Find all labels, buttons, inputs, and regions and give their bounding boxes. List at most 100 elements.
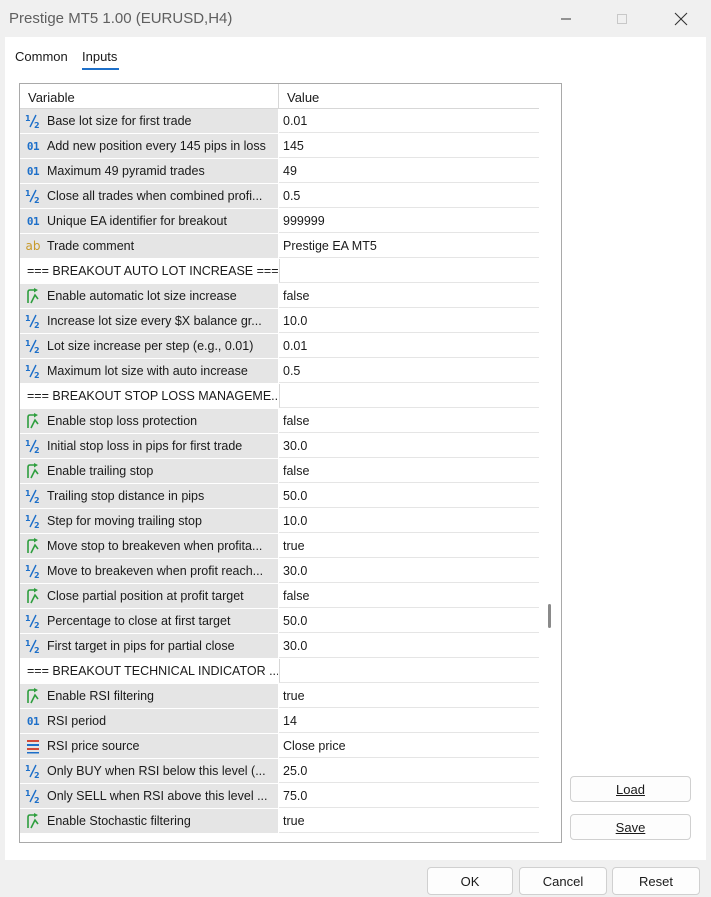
table-row[interactable]: 01 Unique EA identifier for breakout 99999… (20, 209, 539, 234)
variable-cell[interactable]: 01 Unique EA identifier for breakout (20, 209, 278, 233)
table-row[interactable]: 1 2 First target in pips for partial close… (20, 634, 539, 659)
save-button[interactable]: Save (570, 814, 691, 840)
variable-cell[interactable]: 1 2 Only BUY when RSI below this level (..… (20, 759, 278, 783)
table-row[interactable]: Move stop to breakeven when profita... tr… (20, 534, 539, 559)
table-row[interactable]: Enable Stochastic filtering true (20, 809, 539, 834)
variable-cell[interactable]: 1 2 Lot size increase per step (e.g., 0.01… (20, 334, 278, 358)
value-cell[interactable]: 0.5 (279, 359, 539, 383)
value-cell[interactable]: 0.5 (279, 184, 539, 208)
value-cell[interactable]: false (279, 409, 539, 433)
table-row[interactable]: 1 2 Step for moving trailing stop 10.0 (20, 509, 539, 534)
value-cell[interactable]: Close price (279, 734, 539, 758)
column-header-value[interactable]: Value (287, 90, 319, 105)
tab-inputs[interactable]: Inputs (82, 49, 117, 64)
variable-cell[interactable]: 1 2 Only SELL when RSI above this level ..… (20, 784, 278, 808)
cancel-button[interactable]: Cancel (519, 867, 607, 895)
variable-cell[interactable]: 1 2 Step for moving trailing stop (20, 509, 278, 533)
variable-cell[interactable]: Enable trailing stop (20, 459, 278, 483)
variable-cell[interactable]: 1 2 Base lot size for first trade (20, 109, 278, 133)
load-button[interactable]: Load (570, 776, 691, 802)
table-row[interactable]: 1 2 Percentage to close at first target 50.… (20, 609, 539, 634)
table-row[interactable]: 1 2 Maximum lot size with auto increase 0.5 (20, 359, 539, 384)
table-row[interactable]: Enable automatic lot size increase false (20, 284, 539, 309)
variable-cell[interactable]: RSI price source (20, 734, 278, 758)
table-row[interactable]: 1 2 Lot size increase per step (e.g., 0.01… (20, 334, 539, 359)
table-row[interactable]: 1 2 Increase lot size every $X balance gr.… (20, 309, 539, 334)
value-cell[interactable]: 49 (279, 159, 539, 183)
value-cell[interactable]: 50.0 (279, 609, 539, 633)
column-separator[interactable] (278, 84, 279, 109)
variable-cell[interactable]: 1 2 Increase lot size every $X balance gr.… (20, 309, 278, 333)
variable-cell[interactable]: 1 2 Maximum lot size with auto increase (20, 359, 278, 383)
value-cell[interactable]: 25.0 (279, 759, 539, 783)
value-cell[interactable]: 10.0 (279, 509, 539, 533)
vertical-scrollbar[interactable] (539, 84, 561, 842)
value-cell[interactable]: Prestige EA MT5 (279, 234, 539, 258)
value-cell[interactable]: false (279, 459, 539, 483)
value-cell[interactable]: 30.0 (279, 634, 539, 658)
column-header-variable[interactable]: Variable (28, 90, 75, 105)
table-row[interactable]: Enable trailing stop false (20, 459, 539, 484)
value-cell[interactable]: 75.0 (279, 784, 539, 808)
variable-cell[interactable]: === BREAKOUT AUTO LOT INCREASE === (20, 259, 278, 283)
section-row[interactable]: === BREAKOUT TECHNICAL INDICATOR ... (20, 659, 539, 684)
tab-common[interactable]: Common (15, 49, 68, 64)
variable-cell[interactable]: 1 2 Move to breakeven when profit reach... (20, 559, 278, 583)
maximize-button[interactable] (594, 0, 650, 37)
variable-cell[interactable]: 1 2 Trailing stop distance in pips (20, 484, 278, 508)
value-cell[interactable]: 145 (279, 134, 539, 158)
variable-cell[interactable]: 01 Maximum 49 pyramid trades (20, 159, 278, 183)
variable-cell[interactable]: 1 2 Percentage to close at first target (20, 609, 278, 633)
variable-cell[interactable]: Move stop to breakeven when profita... (20, 534, 278, 558)
variable-cell[interactable]: Close partial position at profit target (20, 584, 278, 608)
table-row[interactable]: 1 2 Base lot size for first trade 0.01 (20, 109, 539, 134)
value-cell[interactable]: true (279, 809, 539, 833)
value-cell[interactable]: 30.0 (279, 434, 539, 458)
table-row[interactable]: Enable RSI filtering true (20, 684, 539, 709)
table-row[interactable]: RSI price source Close price (20, 734, 539, 759)
variable-cell[interactable]: 01 Add new position every 145 pips in los… (20, 134, 278, 158)
variable-cell[interactable]: === BREAKOUT STOP LOSS MANAGEME... (20, 384, 278, 408)
value-cell[interactable]: 14 (279, 709, 539, 733)
variable-cell[interactable]: 1 2 Initial stop loss in pips for first tr… (20, 434, 278, 458)
table-row[interactable]: 1 2 Close all trades when combined profi..… (20, 184, 539, 209)
value-cell[interactable]: false (279, 584, 539, 608)
value-cell[interactable]: 999999 (279, 209, 539, 233)
table-row[interactable]: Close partial position at profit target f… (20, 584, 539, 609)
value-cell[interactable]: 30.0 (279, 559, 539, 583)
variable-cell[interactable]: Enable stop loss protection (20, 409, 278, 433)
variable-cell[interactable]: 1 2 First target in pips for partial close (20, 634, 278, 658)
variable-cell[interactable]: Enable RSI filtering (20, 684, 278, 708)
section-row[interactable]: === BREAKOUT STOP LOSS MANAGEME... (20, 384, 539, 409)
table-row[interactable]: 1 2 Only BUY when RSI below this level (..… (20, 759, 539, 784)
minimize-button[interactable] (538, 0, 594, 37)
value-cell[interactable]: true (279, 684, 539, 708)
variable-cell[interactable]: 01 RSI period (20, 709, 278, 733)
variable-cell[interactable]: === BREAKOUT TECHNICAL INDICATOR ... (20, 659, 278, 683)
value-cell[interactable]: true (279, 534, 539, 558)
inputs-grid[interactable]: Variable Value 1 2 Base lot size for first… (19, 83, 562, 843)
variable-cell[interactable]: 1 2 Close all trades when combined profi..… (20, 184, 278, 208)
variable-cell[interactable]: Enable Stochastic filtering (20, 809, 278, 833)
value-cell[interactable]: 0.01 (279, 334, 539, 358)
table-row[interactable]: 01 Add new position every 145 pips in los… (20, 134, 539, 159)
variable-cell[interactable]: Enable automatic lot size increase (20, 284, 278, 308)
table-row[interactable]: 1 2 Initial stop loss in pips for first tr… (20, 434, 539, 459)
table-row[interactable]: 01 Maximum 49 pyramid trades 49 (20, 159, 539, 184)
section-row[interactable]: === BREAKOUT AUTO LOT INCREASE === (20, 259, 539, 284)
close-button[interactable] (653, 0, 709, 37)
reset-button[interactable]: Reset (612, 867, 700, 895)
scrollbar-thumb[interactable] (548, 604, 551, 628)
variable-cell[interactable]: ab Trade comment (20, 234, 278, 258)
value-cell[interactable]: 0.01 (279, 109, 539, 133)
table-row[interactable]: ab Trade comment Prestige EA MT5 (20, 234, 539, 259)
value-cell[interactable]: 50.0 (279, 484, 539, 508)
ok-button[interactable]: OK (427, 867, 513, 895)
table-row[interactable]: 1 2 Trailing stop distance in pips 50.0 (20, 484, 539, 509)
table-row[interactable]: 1 2 Only SELL when RSI above this level ..… (20, 784, 539, 809)
table-row[interactable]: 01 RSI period 14 (20, 709, 539, 734)
value-cell[interactable]: 10.0 (279, 309, 539, 333)
table-row[interactable]: 1 2 Move to breakeven when profit reach...… (20, 559, 539, 584)
value-cell[interactable]: false (279, 284, 539, 308)
table-row[interactable]: Enable stop loss protection false (20, 409, 539, 434)
